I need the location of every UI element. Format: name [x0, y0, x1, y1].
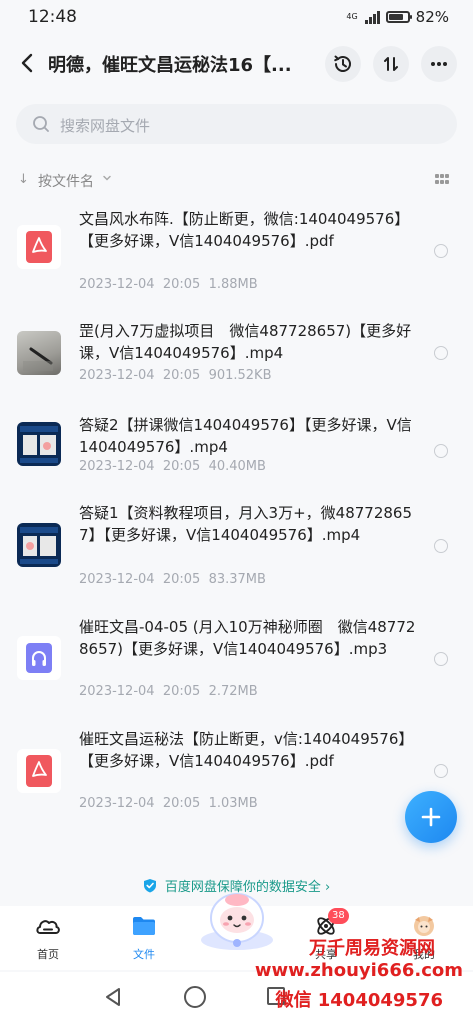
plus-icon	[421, 807, 441, 827]
history-button[interactable]	[325, 46, 361, 82]
sort-direction-icon: ↓	[18, 172, 29, 187]
chevron-right-icon: ›	[325, 880, 331, 895]
select-checkbox[interactable]	[434, 652, 448, 666]
status-bar: 12:48 4G 82%	[0, 0, 473, 36]
select-checkbox[interactable]	[434, 244, 448, 258]
pdf-icon	[17, 749, 61, 793]
mascot-button[interactable]	[196, 888, 278, 952]
share-badge: 38	[328, 908, 349, 924]
tab-label: 文件	[133, 948, 155, 961]
audio-icon	[17, 636, 61, 680]
search-input[interactable]: 搜索网盘文件	[16, 104, 457, 144]
back-button[interactable]	[16, 48, 40, 78]
file-name: 答疑1【资料教程项目，月入3万+，微487728657】【更多好课，V信1404…	[79, 504, 413, 544]
video-thumbnail	[17, 523, 61, 567]
tab-label: 首页	[37, 948, 59, 961]
add-button[interactable]	[405, 791, 457, 843]
file-row[interactable]: 罡(月入7万虚拟项目 微信487728657)【更多好课，V信140404957…	[0, 310, 473, 422]
network-type: 4G	[346, 12, 358, 21]
chevron-down-icon	[103, 175, 111, 181]
search-placeholder: 搜索网盘文件	[60, 117, 151, 135]
shield-icon	[143, 879, 156, 893]
cloud-home-icon	[36, 920, 60, 934]
watermark-site-name: 万千周易资源网	[309, 938, 435, 959]
file-meta: 2023-12-04 20:05 1.88MB	[79, 277, 258, 292]
file-meta: 2023-12-04 20:05 901.52KB	[79, 368, 272, 383]
page-title: 明德，催旺文昌运秘法16【...	[48, 55, 292, 76]
more-button[interactable]	[421, 46, 457, 82]
file-meta: 2023-12-04 20:05 83.37MB	[79, 572, 266, 587]
watermark-contact: 微信 1404049576	[275, 990, 443, 1011]
grid-view-icon[interactable]	[435, 174, 449, 184]
tab-files[interactable]: 文件	[114, 914, 174, 962]
sort-toggle-button[interactable]	[373, 46, 409, 82]
status-time: 12:48	[28, 7, 77, 27]
header: 明德，催旺文昌运秘法16【...	[0, 42, 473, 86]
file-name: 罡(月入7万虚拟项目 微信487728657)【更多好课，V信140404957…	[79, 322, 412, 362]
sort-bar: ↓ 按文件名	[0, 168, 473, 192]
sort-by-name-button[interactable]: 按文件名	[38, 171, 94, 191]
file-row[interactable]: 文昌风水布阵.【防止断更，微信:1404049576】【更多好课，V信14040…	[0, 200, 473, 312]
watermark-url: www.zhouyi666.com	[254, 960, 463, 981]
history-icon	[334, 55, 351, 72]
file-row[interactable]: 答疑1【资料教程项目，月入3万+，微487728657】【更多好课，V信1404…	[0, 502, 473, 614]
file-name: 文昌风水布阵.【防止断更，微信:1404049576】【更多好课，V信14040…	[79, 210, 410, 250]
nav-back-icon[interactable]	[102, 986, 124, 1008]
select-checkbox[interactable]	[434, 539, 448, 553]
file-meta: 2023-12-04 20:05 40.40MB	[79, 459, 266, 474]
nav-home-icon[interactable]	[184, 986, 206, 1008]
select-checkbox[interactable]	[434, 764, 448, 778]
battery-percent: 82%	[415, 8, 449, 26]
more-dots-icon	[431, 62, 447, 66]
file-row[interactable]: 催旺文昌运秘法【防止断更，v信:1404049576】【更多好课，V信14040…	[0, 728, 473, 840]
status-indicators: 4G 82%	[346, 8, 449, 26]
select-checkbox[interactable]	[434, 444, 448, 458]
video-thumbnail	[17, 422, 61, 466]
sort-arrows-icon	[384, 57, 398, 71]
file-meta: 2023-12-04 20:05 2.72MB	[79, 684, 258, 699]
file-row[interactable]: 催旺文昌-04-05 (月入10万神秘师圈 徽信487728657)【更多好课，…	[0, 616, 473, 728]
tab-home[interactable]: 首页	[18, 914, 78, 962]
file-name: 答疑2【拼课微信1404049576】【更多好课，V信1404049576】.m…	[79, 416, 412, 456]
battery-icon	[385, 11, 412, 23]
mascot-icon	[201, 893, 273, 950]
file-name: 催旺文昌运秘法【防止断更，v信:1404049576】【更多好课，V信14040…	[79, 730, 414, 770]
file-name: 催旺文昌-04-05 (月入10万神秘师圈 徽信487728657)【更多好课，…	[79, 618, 416, 658]
back-arrow-icon	[21, 53, 33, 73]
folder-icon	[133, 917, 155, 935]
signal-icon	[364, 10, 380, 24]
select-checkbox[interactable]	[434, 346, 448, 360]
search-icon	[33, 116, 49, 132]
file-meta: 2023-12-04 20:05 1.03MB	[79, 796, 258, 811]
pdf-icon	[17, 225, 61, 269]
video-thumbnail	[17, 331, 61, 375]
